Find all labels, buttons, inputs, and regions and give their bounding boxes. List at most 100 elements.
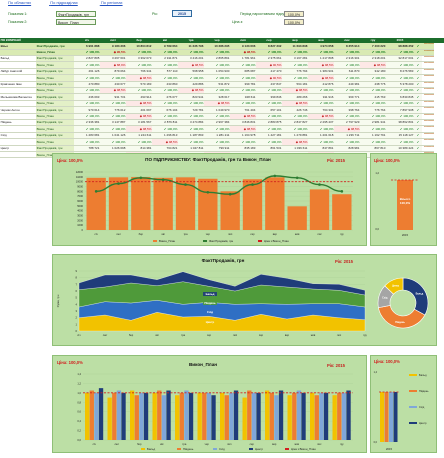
year-spinner[interactable]: 2015 <box>172 10 192 17</box>
bar <box>107 397 112 440</box>
sparkline-path <box>423 107 434 109</box>
x-tick-label: лют <box>114 443 119 446</box>
bar <box>265 177 285 230</box>
bar <box>139 392 144 440</box>
indicator2-select[interactable]: Викон_План <box>56 19 96 25</box>
legend-swatch <box>177 448 181 450</box>
sparkline-cell <box>422 132 434 140</box>
legend-swatch <box>409 422 417 424</box>
bar <box>341 392 347 440</box>
legend-label: Бальд <box>147 447 155 451</box>
y-tick-label: 0,8 <box>77 400 81 404</box>
line-point <box>273 174 277 178</box>
x-tick-label: тра <box>181 334 186 337</box>
sparkline <box>423 139 434 141</box>
nav-links: По областях По підрозділах По регіонах <box>8 0 123 5</box>
line-point <box>206 191 210 194</box>
sparkline-path <box>423 119 434 121</box>
line-point <box>139 176 143 180</box>
y-tick-label: 1000 <box>77 223 83 227</box>
bar <box>292 392 297 440</box>
link-by-region-2[interactable]: По регіонах <box>101 0 123 5</box>
sparkline-path <box>423 55 434 57</box>
chart2-year-label: Рік: 2015 <box>335 259 353 264</box>
x-tick-label: лип <box>233 334 238 337</box>
sparkline-path <box>423 132 434 134</box>
bar <box>206 392 212 440</box>
bar <box>278 390 284 440</box>
bar <box>220 191 240 230</box>
bar <box>153 177 173 230</box>
x-tick-label: чер <box>207 334 212 337</box>
sparkline-cell <box>422 55 434 63</box>
bar <box>121 392 126 440</box>
sparkline-cell <box>422 93 434 101</box>
sparkline <box>423 107 434 109</box>
legend-swatch <box>203 240 207 242</box>
sparkline-cell <box>422 61 434 69</box>
y-tick-label: 0,4 <box>77 419 81 423</box>
sparkline <box>423 81 434 83</box>
x-tick-label: гру <box>340 443 344 446</box>
indicator1-select[interactable]: ФактПродажів, грн <box>56 11 96 17</box>
y-tick-label: 9000 <box>77 185 83 189</box>
ytd-to-field[interactable]: 100,0% <box>284 19 304 25</box>
bar <box>188 392 194 440</box>
sparkline-cell <box>422 81 434 88</box>
indicator2-label: Показник 2: <box>8 20 28 24</box>
line-point <box>251 183 254 186</box>
x-tick-label: вер <box>272 443 277 446</box>
y-tick-label: 0,6 <box>77 410 81 414</box>
sparkline-path <box>423 94 434 96</box>
bar <box>134 395 139 440</box>
bar <box>242 397 247 440</box>
y-tick-label: 11000 <box>76 175 84 179</box>
x-tick-label: бер <box>129 333 134 337</box>
sparkline <box>423 126 434 128</box>
legend-label: Викон_План <box>159 239 176 243</box>
data-label: 100,0% <box>400 201 411 205</box>
y-tick-label: 0,2 <box>77 429 81 433</box>
legend-label: Ціна з Викон_План <box>264 239 289 243</box>
y-tick-label: 2000 <box>77 218 83 222</box>
bar <box>175 395 180 440</box>
link-by-subdivision[interactable]: По підрозділах <box>50 0 78 5</box>
sparkline-cell <box>422 68 434 76</box>
chart2-svg: 0 1 2 3 4 5 6 7 8 9 Сума, грн січ лют бер кві тра чер лип… <box>56 269 368 337</box>
x-tick-label: лис <box>337 334 342 337</box>
series-callout: Бальд <box>206 292 215 296</box>
chart1-title: ПО ПІДПРИЄМСТВУ: ФактПродажів, грн та Ви… <box>145 157 271 162</box>
chart1-ciny-label: Ціна: 100,0% <box>57 158 83 163</box>
bar <box>389 392 393 442</box>
sparkline-cell <box>422 119 434 127</box>
bar <box>98 388 104 440</box>
sparkline-cell <box>422 145 434 153</box>
chart3-side-ciny: Ціна: 100,0% <box>374 359 400 364</box>
sparkline-path <box>423 145 434 147</box>
line-point <box>161 178 165 182</box>
x-tick-label: лис <box>317 233 322 236</box>
y-tick-label: 1 <box>76 322 78 326</box>
chart3-title: Викон_План <box>188 362 218 367</box>
y-tick-label: 4 <box>76 302 78 306</box>
line-point <box>94 190 98 193</box>
bar <box>197 392 202 440</box>
x-tick-label: сер <box>259 334 264 337</box>
x-tick-label: лип <box>228 233 233 236</box>
legend-label: Схід <box>219 447 225 451</box>
y-tick-label: 4000 <box>77 209 83 213</box>
bar <box>166 390 171 440</box>
bar <box>397 180 413 230</box>
link-by-region-1[interactable]: По областях <box>8 0 31 5</box>
line-point <box>318 183 321 186</box>
legend-swatch <box>213 448 217 450</box>
sparkline-path <box>423 126 434 128</box>
x-tick-label: кві <box>162 232 166 236</box>
y-tick-label: 9 <box>76 269 78 273</box>
chart1-year-label: Рік: 2015 <box>327 158 345 163</box>
bar <box>198 178 218 230</box>
ytd-from-field[interactable]: 100,0% <box>284 11 304 17</box>
sparkline-cell <box>422 113 434 121</box>
x-tick-label: січ <box>77 333 81 337</box>
pie-label: Схід <box>382 297 388 300</box>
